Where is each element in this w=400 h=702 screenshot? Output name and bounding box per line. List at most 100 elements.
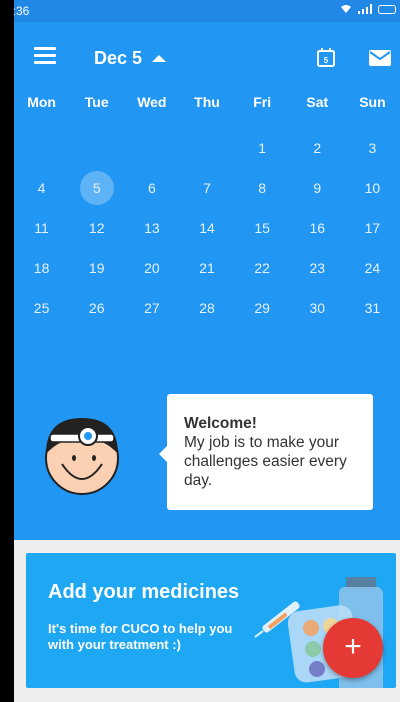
month-label: Dec 5	[94, 48, 143, 68]
calendar-day[interactable]: 23	[290, 248, 345, 288]
month-selector[interactable]: Dec 5	[94, 48, 167, 69]
calendar-panel: Dec 5 5 Mon Tue Wed Thu Fri Sat Sun 1234	[14, 22, 400, 540]
calendar-day-number: 24	[364, 260, 381, 276]
calendar-day-number: 6	[147, 180, 156, 196]
status-bar: 9:36	[14, 0, 400, 22]
calendar-day-number: 28	[199, 300, 215, 316]
calendar-day-number: 27	[144, 300, 160, 316]
menu-button[interactable]	[34, 47, 56, 65]
calendar-day[interactable]: 1	[235, 128, 290, 168]
calendar-icon-day: 5	[324, 56, 329, 65]
calendar-day[interactable]: 31	[345, 288, 400, 328]
calendar-day-number: 13	[144, 220, 160, 236]
card-subtitle: It's time for CUCO to help you with your…	[48, 621, 233, 652]
calendar-day[interactable]: 9	[290, 168, 345, 208]
calendar-empty-cell	[124, 128, 179, 168]
calendar-week-row: 11 12 13 14 15 16 17	[14, 208, 400, 248]
calendar-week-row: 4 5 6 7 8 9 10	[14, 168, 400, 208]
calendar-day[interactable]: 30	[290, 288, 345, 328]
calendar-day-number: 11	[34, 220, 49, 236]
calendar-day[interactable]: 22	[235, 248, 290, 288]
calendar-day[interactable]: 25	[14, 288, 69, 328]
calendar-day-number: 18	[33, 260, 50, 276]
menu-icon-line	[34, 54, 56, 57]
calendar-icon[interactable]: 5	[317, 48, 335, 67]
calendar-day[interactable]: 2	[290, 128, 345, 168]
weekday-header: Mon Tue Wed Thu Fri Sat Sun	[14, 94, 400, 110]
doctor-mascot	[45, 418, 119, 495]
weekday-label: Mon	[27, 94, 56, 110]
mail-icon[interactable]	[369, 50, 391, 66]
weekday-label: Wed	[137, 94, 167, 110]
calendar-day[interactable]: 24	[345, 248, 400, 288]
calendar-day-number: 2	[313, 140, 322, 156]
calendar-day[interactable]: 7	[179, 168, 234, 208]
calendar-day[interactable]: 14	[179, 208, 234, 248]
calendar-day[interactable]: 20	[124, 248, 179, 288]
welcome-title: Welcome!	[184, 415, 257, 432]
calendar-grid: 1 2 3 4 5 6 7 8 9 10 11 12 13 14 15 16 17 18 19 20 21 22 23 24 2…	[14, 128, 400, 328]
calendar-day[interactable]: 21	[179, 248, 234, 288]
calendar-empty-cell	[69, 128, 124, 168]
calendar-day[interactable]: 10	[345, 168, 400, 208]
menu-icon-line	[34, 61, 56, 64]
calendar-day-number: 23	[309, 260, 326, 276]
weekday-label: Sun	[359, 94, 386, 110]
calendar-day-number: 10	[364, 180, 381, 196]
calendar-day[interactable]: 8	[235, 168, 290, 208]
weekday-label: Sat	[306, 94, 329, 110]
calendar-day-number: 30	[309, 300, 326, 316]
add-medicine-button[interactable]: +	[323, 618, 383, 678]
calendar-day-number: 25	[33, 300, 50, 316]
weekday-label: Thu	[194, 94, 220, 110]
calendar-day-number: 14	[199, 220, 215, 236]
calendar-day[interactable]: 26	[69, 288, 124, 328]
calendar-day-number: 5	[92, 180, 101, 196]
calendar-day[interactable]: 29	[235, 288, 290, 328]
status-time: 9:36	[14, 4, 30, 18]
welcome-message: My job is to make your challenges easier…	[184, 434, 347, 489]
calendar-day-number: 20	[144, 260, 160, 276]
calendar-day-number: 3	[368, 140, 377, 156]
menu-icon	[34, 47, 56, 50]
calendar-day[interactable]: 5	[69, 168, 124, 208]
calendar-day[interactable]: 16	[290, 208, 345, 248]
calendar-day-number: 8	[258, 180, 267, 196]
calendar-day-number: 21	[199, 260, 215, 276]
weekday-label: Fri	[253, 94, 272, 110]
calendar-empty-cell	[179, 128, 234, 168]
calendar-week-row: 18 19 20 21 22 23 24	[14, 248, 400, 288]
calendar-day-number: 12	[88, 220, 105, 236]
calendar-day[interactable]: 11	[14, 208, 69, 248]
calendar-day[interactable]: 12	[69, 208, 124, 248]
calendar-day[interactable]: 27	[124, 288, 179, 328]
calendar-day[interactable]: 3	[345, 128, 400, 168]
calendar-day-number: 16	[309, 220, 326, 236]
calendar-day[interactable]: 17	[345, 208, 400, 248]
calendar-day[interactable]: 18	[14, 248, 69, 288]
calendar-day-number: 4	[37, 180, 46, 196]
calendar-day[interactable]: 28	[179, 288, 234, 328]
calendar-day-number: 17	[364, 220, 381, 236]
caret-up-icon	[152, 55, 167, 62]
calendar-day[interactable]: 19	[69, 248, 124, 288]
battery-icon	[378, 4, 396, 14]
calendar-day[interactable]: 13	[124, 208, 179, 248]
calendar-day[interactable]: 6	[124, 168, 179, 208]
welcome-bubble: Welcome! My job is to make your challeng…	[159, 394, 373, 510]
calendar-day-number: 31	[364, 300, 381, 316]
calendar-day-number: 1	[258, 140, 267, 156]
calendar-day[interactable]: 4	[14, 168, 69, 208]
status-icons	[340, 4, 396, 14]
calendar-day-number: 7	[203, 180, 211, 196]
calendar-day-number: 26	[88, 300, 105, 316]
card-title: Add your medicines	[48, 581, 240, 603]
weekday-label: Tue	[84, 94, 109, 110]
wifi-icon	[341, 5, 351, 13]
calendar-week-row: 1 2 3	[14, 128, 400, 168]
calendar-week-row: 25 26 27 28 29 30 31	[14, 288, 400, 328]
app-bar: Dec 5 5	[14, 22, 400, 78]
calendar-day-number: 29	[254, 300, 270, 316]
calendar-day[interactable]: 15	[235, 208, 290, 248]
calendar-day-number: 15	[254, 220, 270, 236]
